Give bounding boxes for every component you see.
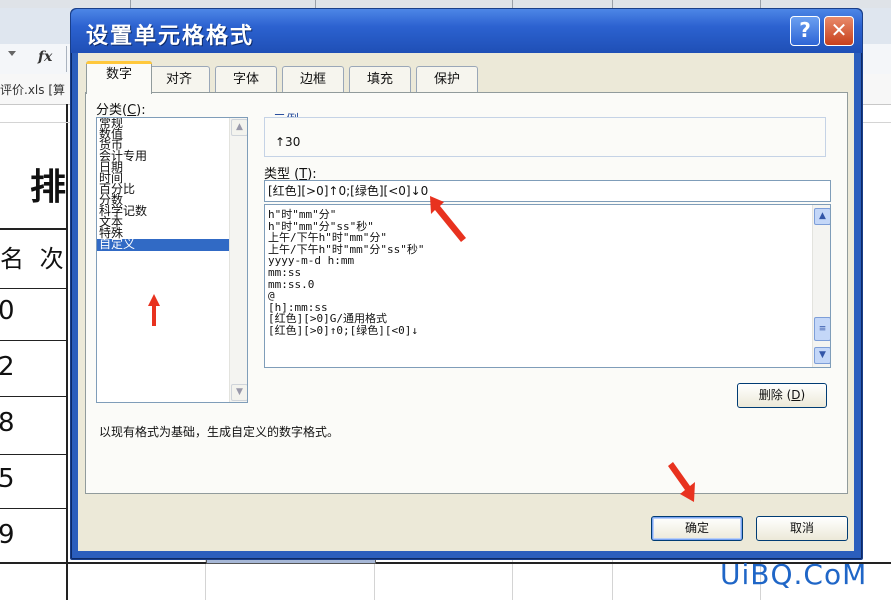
tab-number[interactable]: 数字: [86, 61, 152, 94]
annotation-arrow-icon: [430, 196, 466, 242]
annotation-arrow-icon: [148, 294, 160, 326]
watermark: UiBQ.CoM: [720, 558, 868, 591]
annotation-arrow-icon: [668, 462, 695, 502]
